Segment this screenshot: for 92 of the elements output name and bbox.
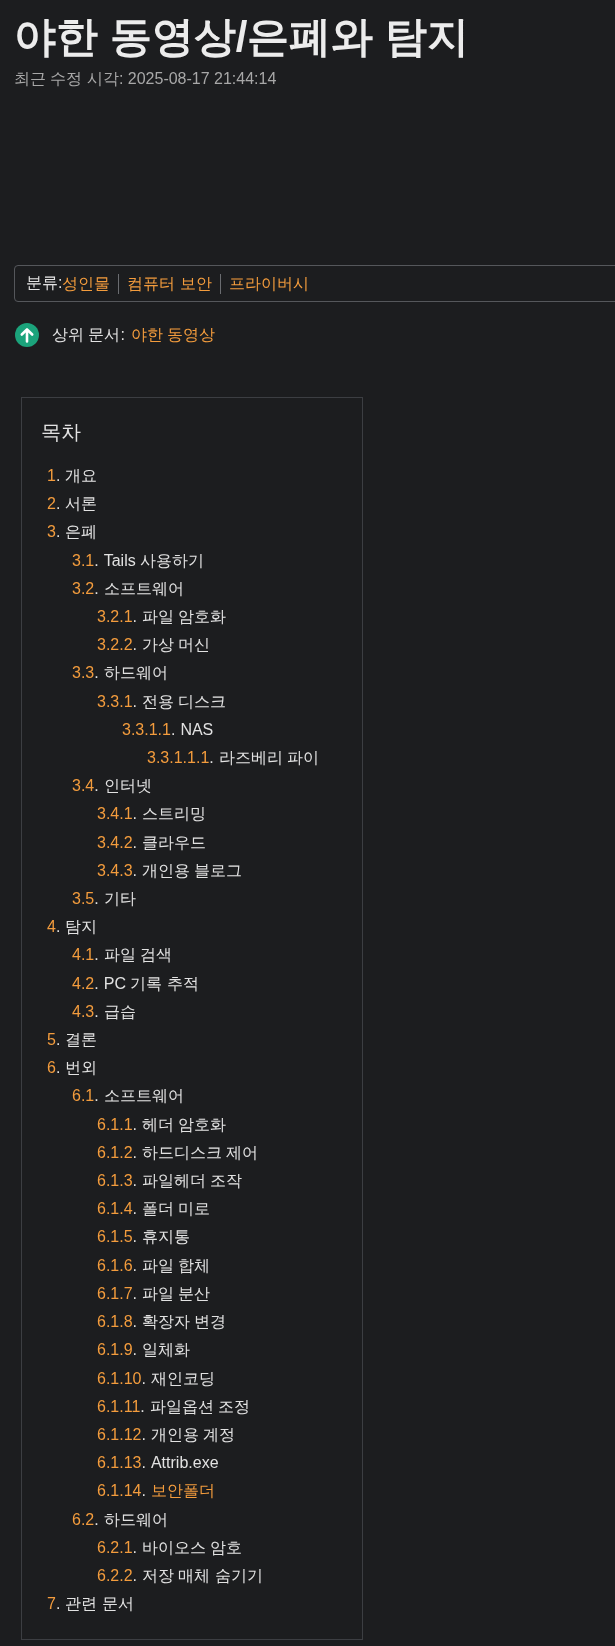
- toc-number-link[interactable]: 6.: [47, 1054, 61, 1083]
- toc-heading-text: 하드웨어: [103, 1509, 168, 1530]
- toc-heading-text: 탐지: [65, 917, 98, 938]
- toc-heading-text: 파일 분산: [142, 1283, 211, 1304]
- toc-number-link[interactable]: 3.3.1.1.1.: [147, 744, 214, 773]
- toc-number-link[interactable]: 6.1.4.: [97, 1195, 138, 1224]
- toc-heading-text: 소프트웨어: [103, 578, 184, 599]
- toc-number-link[interactable]: 3.3.: [72, 659, 99, 688]
- parent-document-link[interactable]: 야한 동영상: [130, 323, 216, 347]
- category-link[interactable]: 컴퓨터 보안: [118, 273, 220, 294]
- toc-number-link[interactable]: 6.1.6.: [97, 1251, 138, 1280]
- toc-title: 목차: [41, 420, 82, 445]
- toc-number-link[interactable]: 6.1.9.: [97, 1336, 138, 1365]
- toc-number-link[interactable]: 7.: [47, 1590, 61, 1619]
- toc-number-link[interactable]: 6.1.13.: [97, 1449, 146, 1478]
- toc-heading-text: 번외: [65, 1058, 98, 1079]
- toc-heading-text: 보안폴더: [150, 1481, 215, 1502]
- toc-number-link[interactable]: 3.3.1.1.: [122, 715, 176, 745]
- toc-heading-text: 소프트웨어: [103, 1086, 184, 1107]
- toc-number-link[interactable]: 3.2.2.: [97, 631, 138, 660]
- toc-number-link[interactable]: 6.1.7.: [97, 1279, 138, 1309]
- toc-heading-text: 파일 합체: [142, 1255, 211, 1276]
- toc-number-link[interactable]: 4.1.: [72, 941, 99, 970]
- toc-heading-text: 하드웨어: [103, 663, 168, 684]
- toc-number-link[interactable]: 6.1.1.: [97, 1110, 138, 1139]
- arrow-up-icon: [15, 323, 39, 347]
- toc-number-link[interactable]: 3.4.1.: [97, 800, 138, 829]
- toc-number-link[interactable]: 1.: [47, 462, 61, 491]
- toc-number-link[interactable]: 6.1.12.: [97, 1420, 146, 1450]
- last-modified-text: 최근 수정 시각: 2025-08-17 21:44:14: [14, 69, 278, 89]
- toc-number-link[interactable]: 3.2.: [72, 574, 99, 603]
- toc-heading-text: Tails 사용하기: [103, 550, 205, 571]
- page-title: 야한 동영상/은폐와 탐지: [14, 12, 470, 62]
- toc-number-link[interactable]: 6.1.14.: [97, 1477, 146, 1506]
- toc-number-link[interactable]: 4.: [47, 913, 61, 942]
- toc-heading-text: 인터넷: [103, 776, 152, 797]
- toc-heading-text: 개요: [65, 466, 98, 486]
- category-label: 분류:: [26, 273, 63, 293]
- toc-number-link[interactable]: 4.3.: [72, 997, 99, 1027]
- toc-number-link[interactable]: 3.1.: [72, 546, 99, 575]
- toc-number-link[interactable]: 6.1.5.: [97, 1223, 138, 1252]
- toc-number-link[interactable]: 3.4.3.: [97, 856, 138, 886]
- toc-number-link[interactable]: 6.2.: [72, 1505, 99, 1534]
- toc-number-link[interactable]: 3.4.2.: [97, 828, 138, 857]
- toc-heading-text: 파일 검색: [103, 945, 173, 966]
- toc-heading-text: 스트리밍: [142, 804, 207, 825]
- toc-heading-text: 휴지통: [142, 1227, 191, 1248]
- toc-heading-text: PC 기록 추적: [103, 973, 199, 994]
- toc-number-link[interactable]: 3.2.1.: [97, 603, 138, 632]
- toc-heading-text: 하드디스크 제어: [142, 1142, 259, 1163]
- toc-heading-text: Attrib.exe: [150, 1453, 219, 1474]
- category-link[interactable]: 프라이버시: [219, 273, 317, 294]
- toc-heading-text: 재인코딩: [150, 1368, 215, 1389]
- toc-number-link[interactable]: 6.2.1.: [97, 1533, 138, 1562]
- toc-heading-text: 라즈베리 파이: [218, 748, 320, 769]
- toc-heading-text: 은폐: [65, 522, 98, 543]
- toc-number-link[interactable]: 5.: [47, 1026, 61, 1055]
- parent-document-label: 상위 문서:: [52, 325, 125, 345]
- toc-heading-text: 일체화: [142, 1340, 191, 1361]
- toc-heading-text: 가상 머신: [142, 635, 211, 656]
- toc-heading-text: 개인용 계정: [150, 1424, 236, 1445]
- toc-heading-text: 저장 매체 숨기기: [142, 1565, 263, 1586]
- toc-heading-text: 기타: [103, 889, 136, 910]
- toc-heading-text: 파일헤더 조작: [142, 1171, 243, 1192]
- toc-heading-text: 클라우드: [142, 832, 207, 853]
- toc-number-link[interactable]: 6.1.10.: [97, 1364, 146, 1393]
- toc-number-link[interactable]: 6.1.11.: [97, 1392, 145, 1421]
- toc-heading-text: NAS: [180, 719, 214, 740]
- toc-number-link[interactable]: 4.2.: [72, 969, 99, 998]
- toc-heading-text: 급습: [103, 1001, 136, 1022]
- toc-heading-text: 확장자 변경: [142, 1312, 227, 1333]
- toc-number-link[interactable]: 3.3.1.: [97, 687, 138, 716]
- toc-heading-text: 결론: [65, 1030, 98, 1051]
- toc-number-link[interactable]: 6.1.8.: [97, 1308, 138, 1337]
- toc-heading-text: 서론: [65, 494, 98, 515]
- toc-number-link[interactable]: 3.5.: [72, 885, 99, 914]
- toc-number-link[interactable]: 3.4.: [72, 772, 99, 801]
- toc-heading-text: 폴더 미로: [142, 1199, 211, 1220]
- toc-number-link[interactable]: 6.1.3.: [97, 1167, 138, 1196]
- toc-number-link[interactable]: 2.: [47, 490, 61, 519]
- category-link[interactable]: 성인물: [62, 273, 119, 294]
- toc-heading-text: 바이오스 암호: [142, 1537, 243, 1558]
- toc-number-link[interactable]: 6.1.: [72, 1082, 99, 1111]
- toc-heading-text: 개인용 블로그: [142, 860, 243, 881]
- toc-heading-text: 전용 디스크: [142, 691, 227, 712]
- toc-number-link[interactable]: 6.1.2.: [97, 1138, 138, 1168]
- toc-number-link[interactable]: 3.: [47, 518, 61, 547]
- toc-heading-text: 파일 암호화: [142, 607, 227, 627]
- toc-heading-text: 관련 문서: [65, 1594, 134, 1615]
- toc-heading-text: 헤더 암호화: [142, 1114, 227, 1135]
- toc-number-link[interactable]: 6.2.2.: [97, 1561, 138, 1591]
- toc-heading-text: 파일옵션 조정: [149, 1396, 251, 1417]
